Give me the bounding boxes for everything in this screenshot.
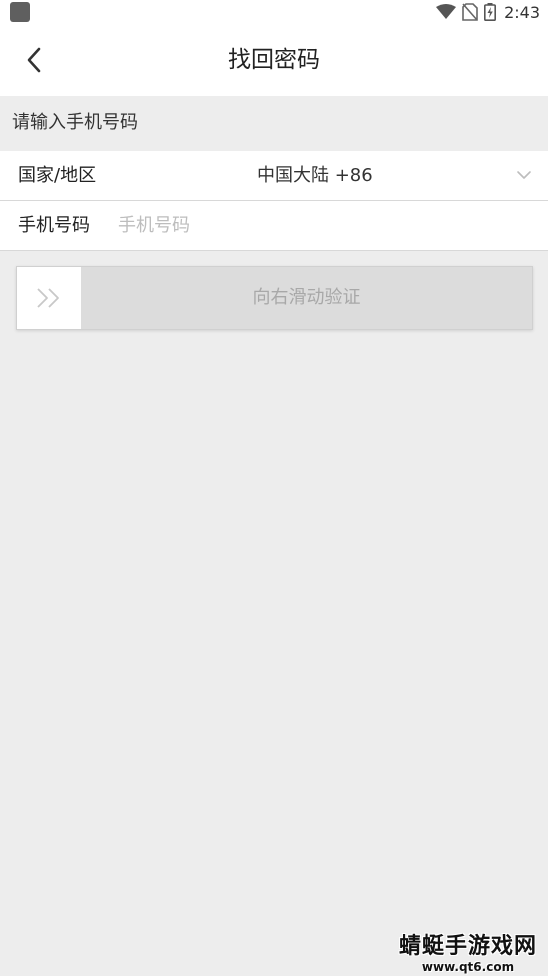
phone-row: 手机号码: [0, 201, 548, 251]
double-chevron-right-icon: [37, 288, 59, 308]
watermark-url: www.qt6.com: [421, 960, 515, 974]
country-row[interactable]: 国家/地区 中国大陆 +86: [0, 151, 548, 201]
status-time: 2:43: [504, 2, 540, 22]
phone-label: 手机号码: [18, 215, 90, 236]
status-bar: 2:43: [0, 0, 548, 24]
slider-handle[interactable]: [17, 267, 81, 329]
battery-charging-icon: [484, 3, 497, 21]
country-label: 国家/地区: [18, 165, 97, 186]
watermark: 蜻蜓手游戏网 www.qt6.com: [398, 934, 538, 974]
status-icons: 2:43: [436, 0, 540, 24]
wifi-icon: [436, 4, 457, 19]
slider-text: 向右滑动验证: [252, 287, 361, 308]
phone-input[interactable]: [118, 209, 518, 241]
section-caption: 请输入手机号码: [12, 112, 138, 133]
header: 找回密码: [0, 24, 548, 96]
slide-verify-slider[interactable]: 向右滑动验证: [16, 266, 533, 330]
app-icon: [10, 2, 30, 22]
no-sim-icon: [462, 3, 478, 21]
watermark-name: 蜻蜓手游戏网: [398, 934, 537, 959]
country-value[interactable]: 中国大陆 +86: [257, 151, 373, 200]
form: 国家/地区 中国大陆 +86 手机号码: [0, 151, 548, 251]
chevron-down-icon[interactable]: [516, 167, 532, 183]
page-title: 找回密码: [228, 47, 320, 73]
